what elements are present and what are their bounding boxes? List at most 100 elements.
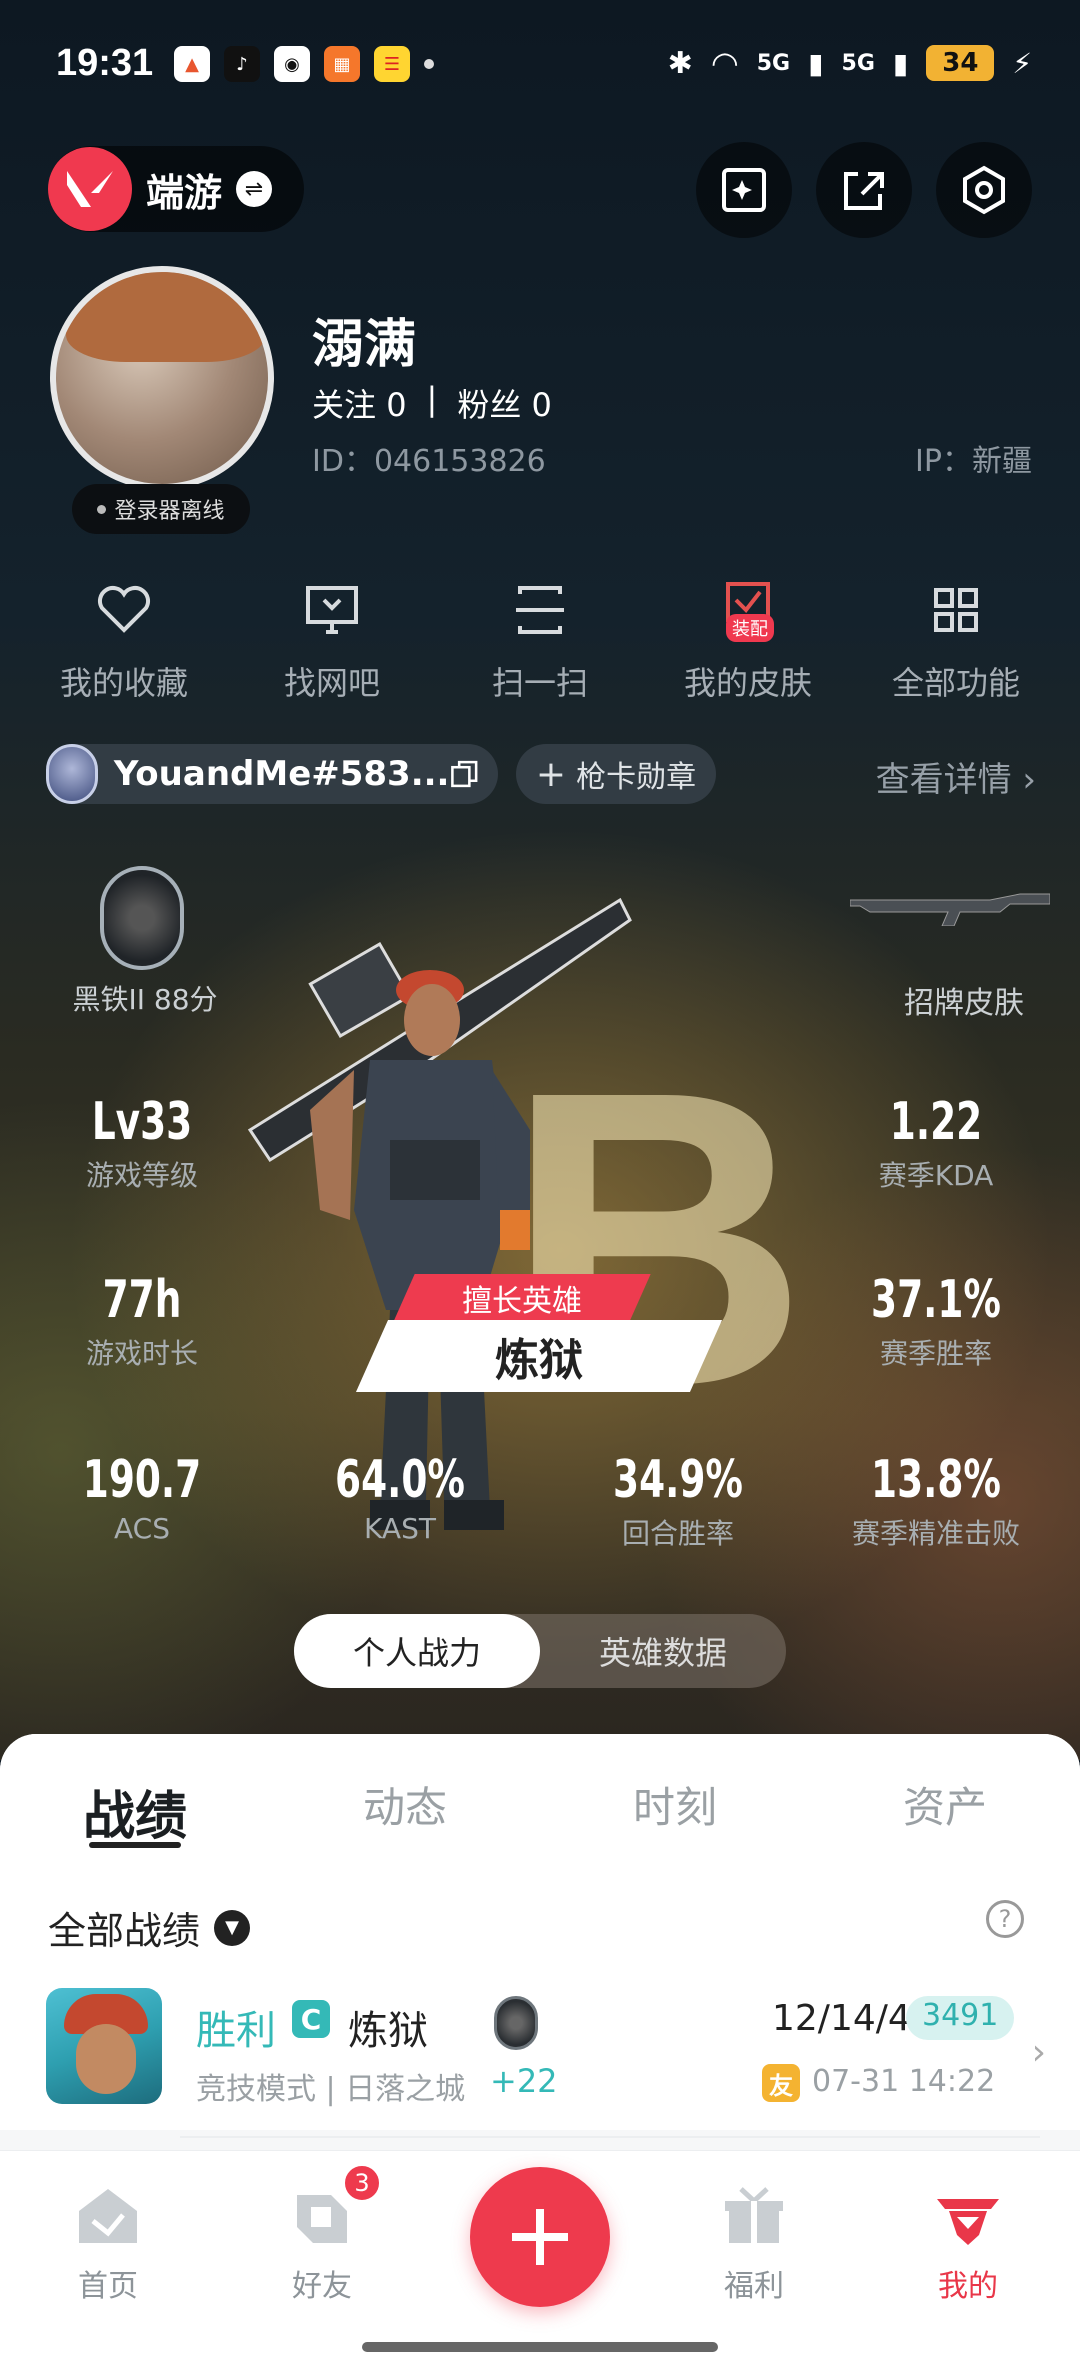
friend-tag: 友 <box>762 2064 800 2102</box>
match-result: 胜利 <box>196 2008 276 2054</box>
charging-icon: ⚡ <box>1012 46 1032 80</box>
signature-skin-label: 招牌皮肤 <box>904 986 1024 1021</box>
status-text: 登录器离线 <box>114 499 225 524</box>
favorite-agent-name-text: 炼狱 <box>495 1335 583 1386</box>
agent-thumbnail <box>46 1988 162 2104</box>
quick-item-scan[interactable]: 扫一扫 <box>440 580 640 704</box>
view-details-label: 查看详情 <box>875 760 1012 800</box>
avatar[interactable] <box>50 266 274 490</box>
stat-value: 64.0% <box>335 1450 465 1510</box>
nav-welfare[interactable]: 福利 <box>684 2185 824 2305</box>
stat-separator: | <box>426 380 438 418</box>
home-indicator[interactable] <box>362 2342 718 2352</box>
account-avatar <box>46 744 98 804</box>
monitor-icon <box>306 586 358 634</box>
battery-icon: 34 <box>926 45 995 81</box>
scan-icon <box>516 586 564 634</box>
signal-1-label: 5G <box>756 50 791 76</box>
match-agent: 炼狱 <box>348 2008 428 2054</box>
view-details-link[interactable]: 查看详情 › <box>876 752 1036 801</box>
game-account-chip[interactable]: YouandMe#583... <box>46 744 498 804</box>
signal-icon: ▮ <box>808 46 824 80</box>
tab-activity[interactable]: 动态 <box>270 1734 540 1870</box>
stat-win-rate: 37.1% 赛季胜率 <box>816 1270 1056 1372</box>
stat-value: 1.22 <box>889 1092 983 1152</box>
tab-moments[interactable]: 时刻 <box>540 1734 810 1870</box>
more-notifications-dot <box>424 59 434 69</box>
following-stat[interactable]: 关注 0 <box>312 380 407 426</box>
stat-play-time: 77h 游戏时长 <box>22 1270 262 1372</box>
help-icon[interactable]: ? <box>986 1900 1024 1938</box>
tab-records[interactable]: 战绩 <box>0 1734 270 1870</box>
rank-delta: +22 <box>490 2062 558 2100</box>
stat-kast: 64.0% KAST <box>280 1450 520 1545</box>
tab-label: 战绩 <box>82 1787 187 1847</box>
grid-icon <box>934 588 978 632</box>
records-filter-dropdown[interactable]: 全部战绩 ▼ <box>48 1900 251 1955</box>
home-icon <box>79 2189 137 2243</box>
quick-item-internet-cafe[interactable]: 找网吧 <box>232 580 432 704</box>
stat-label: 赛季胜率 <box>879 1337 992 1370</box>
card-edit-button[interactable] <box>696 142 792 238</box>
settings-button[interactable] <box>936 142 1032 238</box>
stat-label: 赛季KDA <box>878 1159 994 1192</box>
account-name: YouandMe#583... <box>113 754 450 794</box>
fans-label: 粉丝 <box>457 386 522 424</box>
tab-active-indicator <box>89 1842 181 1848</box>
stat-label: 回合胜率 <box>621 1517 734 1550</box>
stat-value: 37.1% <box>871 1270 1001 1330</box>
stat-label: KAST <box>364 1512 436 1545</box>
nav-mine[interactable]: 我的 <box>898 2185 1038 2305</box>
tab-agent-data[interactable]: 英雄数据 <box>540 1614 786 1688</box>
weapon-skin-icon <box>850 893 1050 926</box>
agent-profile-icon <box>937 2199 999 2245</box>
quick-item-label: 我的皮肤 <box>683 664 812 702</box>
content-tabs: 战绩 动态 时刻 资产 <box>0 1734 1080 1870</box>
quick-item-skins[interactable]: 装配 我的皮肤 <box>648 580 848 704</box>
nav-home[interactable]: 首页 <box>38 2185 178 2305</box>
stat-round-win-rate: 34.9% 回合胜率 <box>558 1450 798 1552</box>
divider <box>180 2136 1040 2138</box>
stat-label: 游戏时长 <box>85 1337 198 1370</box>
match-record-row[interactable]: 胜利 C 炼狱 竞技模式 | 日落之城 +22 12/14/4 3491 友 0… <box>0 1980 1080 2130</box>
stat-label: ACS <box>114 1512 170 1545</box>
favorite-agent-tag-text: 擅长英雄 <box>462 1284 582 1319</box>
agent-face <box>76 2024 136 2094</box>
status-bar: 19:31 ▲ ♪ ◉ ▦ ☰ ✱ ◠ 5G ▮ 5G ▮ 34 ⚡ <box>0 30 1080 100</box>
copy-icon[interactable] <box>449 756 480 792</box>
fans-stat[interactable]: 粉丝 0 <box>457 380 552 426</box>
match-kda: 12/14/4 <box>772 1998 911 2039</box>
game-switch-button[interactable]: 端游 ⇌ <box>48 146 304 232</box>
tab-assets[interactable]: 资产 <box>810 1734 1080 1870</box>
stat-value: 190.7 <box>82 1450 202 1510</box>
skin-icon: 装配 <box>718 580 778 642</box>
status-notification-icons: ▲ ♪ ◉ ▦ ☰ <box>174 46 434 82</box>
share-button[interactable] <box>816 142 912 238</box>
stat-value: 13.8% <box>871 1450 1001 1510</box>
signal-icon: ▮ <box>892 46 909 80</box>
quick-item-label: 我的收藏 <box>59 664 188 702</box>
badge-button-label: 枪卡勋章 <box>576 760 697 795</box>
quick-item-all-functions[interactable]: 全部功能 <box>856 580 1056 704</box>
card-sparkle-icon <box>722 168 766 212</box>
create-post-button[interactable] <box>470 2167 610 2307</box>
share-icon <box>844 172 884 210</box>
gun-card-badge-button[interactable]: + 枪卡勋章 <box>516 744 716 804</box>
tab-personal-power[interactable]: 个人战力 <box>294 1614 540 1688</box>
gear-icon <box>963 165 1005 215</box>
match-mode: 竞技模式 | 日落之城 <box>196 2072 466 2107</box>
app-notification-icon: ☰ <box>374 46 410 82</box>
swap-icon: ⇌ <box>236 171 273 207</box>
nickname: 溺满 <box>312 315 417 375</box>
nav-label: 首页 <box>78 2269 138 2304</box>
quick-item-favorites[interactable]: 我的收藏 <box>24 580 224 704</box>
quick-item-label: 找网吧 <box>283 664 380 702</box>
stat-value: 77h <box>102 1270 182 1330</box>
nav-friends[interactable]: 好友 <box>252 2185 392 2305</box>
records-filter-row: 全部战绩 ▼ ? <box>0 1870 1080 1980</box>
heart-icon <box>98 586 150 633</box>
follow-stats: 关注 0 | 粉丝 0 <box>312 380 552 426</box>
nav-label: 好友 <box>292 2269 352 2304</box>
stat-level: Lv33 游戏等级 <box>22 1092 262 1194</box>
tab-label: 资产 <box>902 1783 987 1832</box>
